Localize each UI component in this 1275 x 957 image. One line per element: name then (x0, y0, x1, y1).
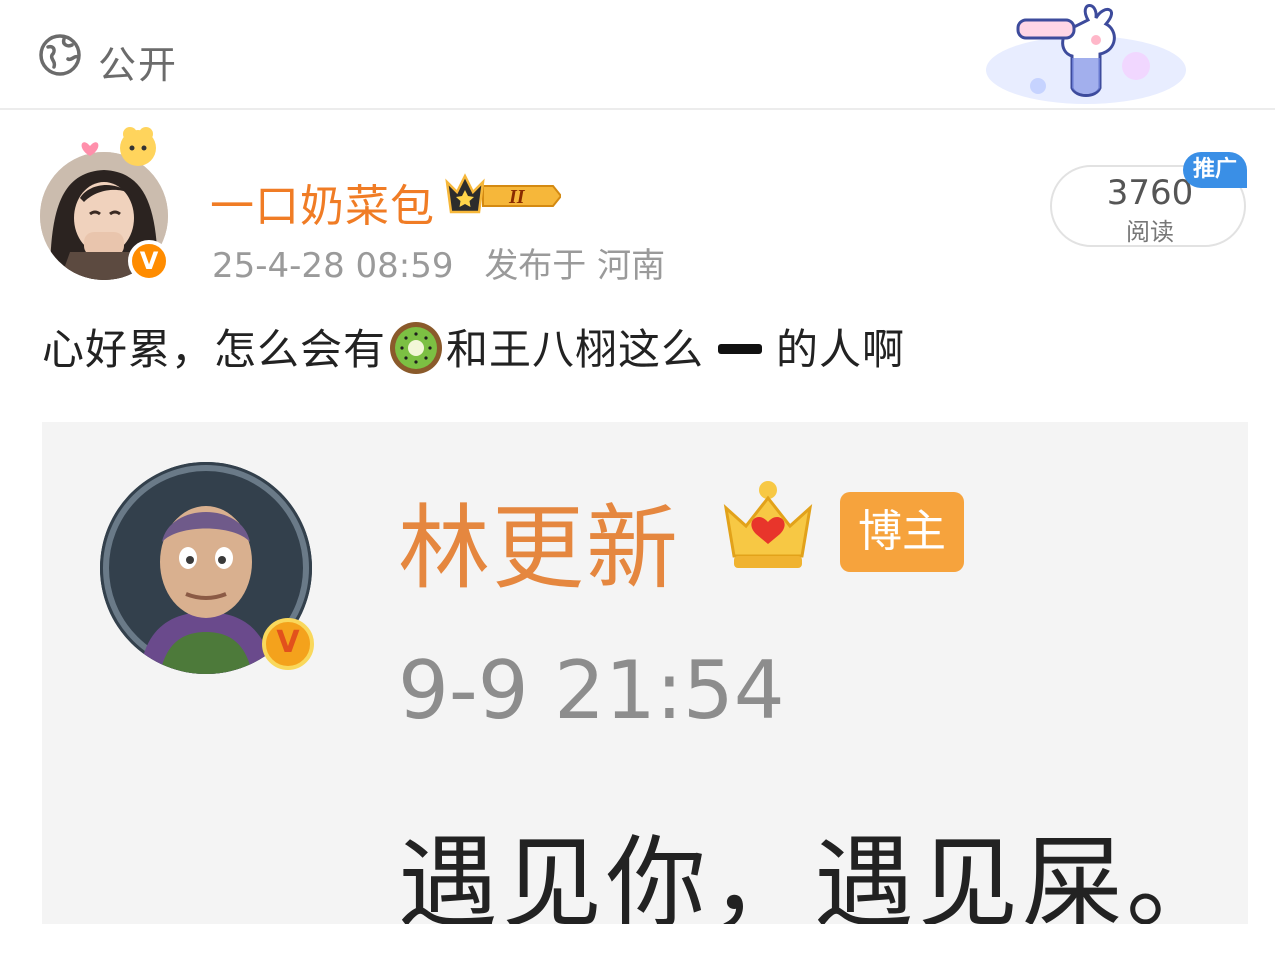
author-name[interactable]: 一口奶菜包 (210, 170, 435, 234)
kiwi-emoji (390, 322, 443, 374)
embedded-time: 9-9 21:54 (398, 644, 785, 737)
read-label: 阅读 (1126, 218, 1174, 246)
top-bar: 公开 (0, 0, 1275, 110)
post-meta: 25-4-28 08:59 发布于 河南 (212, 238, 685, 287)
post-text-part3: 的人啊 (776, 325, 906, 374)
globe-icon (39, 34, 81, 76)
embedded-verified-badge: V (262, 618, 314, 670)
embedded-name: 林更新 (398, 495, 681, 602)
verified-badge: V (128, 240, 170, 282)
crown-icon (723, 481, 813, 568)
visibility-label[interactable]: 公开 (98, 34, 178, 89)
bunny-telescope-sticker (986, 4, 1186, 104)
embedded-quote: 遇见你，遇见屎。 (398, 825, 1230, 924)
post-text-part2: 和王八栩这么 (446, 325, 705, 374)
post-text: 心好累，怎么会有 和王八栩这么 的人啊 (42, 316, 905, 377)
embedded-image[interactable]: V 林更新 博主 9-9 21:54 遇见你，遇见屎。 (42, 422, 1248, 924)
post-location: 发布于 河南 (484, 246, 666, 286)
dash-symbol (718, 344, 763, 354)
avatar-frame-decoration (81, 127, 156, 166)
post-text-part1: 心好累，怎么会有 (42, 325, 387, 374)
promo-tag: 推广 (1183, 152, 1247, 188)
level-text: II (508, 186, 526, 208)
post-time: 25-4-28 08:59 (212, 246, 454, 286)
crown-level-badge[interactable]: II (443, 172, 561, 220)
embedded-tag: 博主 (840, 492, 964, 572)
